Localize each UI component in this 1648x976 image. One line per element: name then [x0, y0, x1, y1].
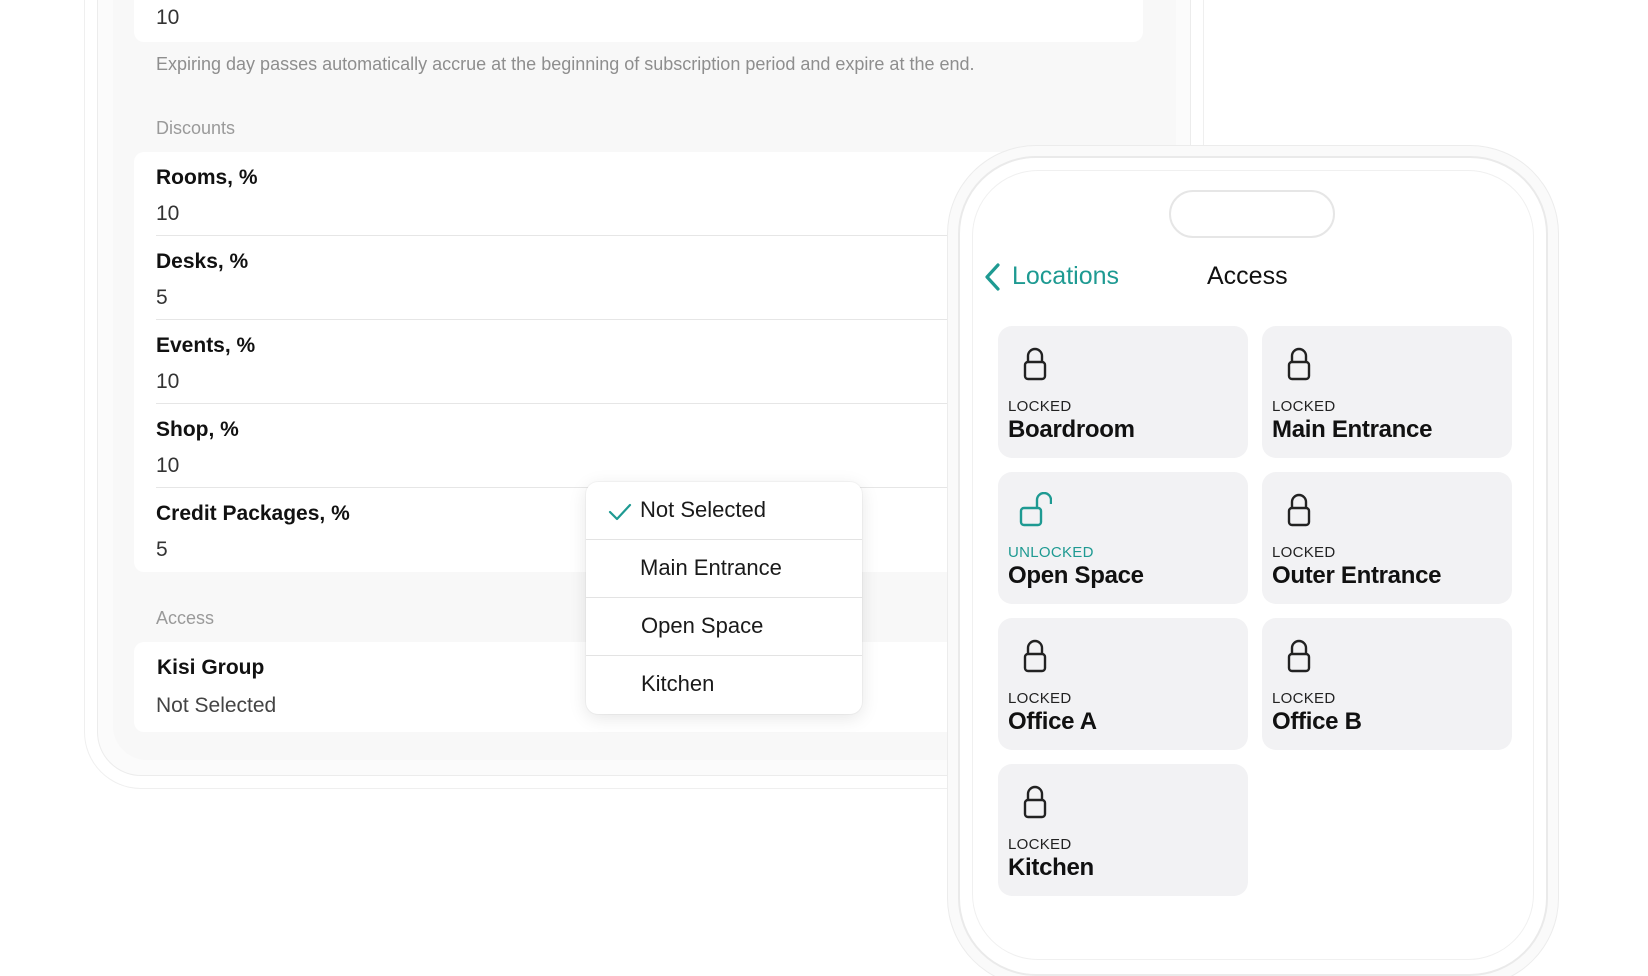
field-label: Shop, % [156, 418, 239, 441]
door-name: Main Entrance [1272, 416, 1433, 443]
kisi-group-dropdown[interactable]: Not Selected Main Entrance Open Space Ki… [586, 482, 862, 714]
door-name: Office B [1272, 708, 1362, 735]
field-value[interactable]: 10 [156, 370, 179, 394]
door-tile-open-space[interactable]: UNLOCKED Open Space [998, 472, 1248, 604]
back-label: Locations [1012, 262, 1120, 290]
field-label: Events, % [156, 334, 256, 357]
field-value[interactable]: 10 [156, 202, 179, 226]
field-label: Rooms, % [156, 166, 258, 189]
lock-icon [1023, 785, 1047, 819]
door-status: LOCKED [1008, 690, 1072, 707]
field-value[interactable]: 10 [156, 454, 179, 478]
lock-icon [1287, 347, 1311, 381]
field-label: Credit Packages, % [156, 502, 350, 525]
door-status: LOCKED [1272, 398, 1336, 415]
dynamic-island [1169, 190, 1335, 238]
kisi-group-label: Kisi Group [157, 656, 265, 679]
field-value[interactable]: 5 [156, 538, 168, 562]
lock-icon [1287, 493, 1311, 527]
door-tile-office-b[interactable]: LOCKED Office B [1262, 618, 1512, 750]
door-status: LOCKED [1008, 398, 1072, 415]
lock-icon [1023, 347, 1047, 381]
option-label: Not Selected [640, 497, 766, 522]
day-passes-card[interactable]: 10 [134, 0, 1143, 42]
field-value[interactable]: 5 [156, 286, 168, 310]
door-status: LOCKED [1272, 690, 1336, 707]
field-label: Desks, % [156, 250, 249, 273]
option-label: Open Space [641, 613, 764, 638]
door-tile-main-entrance[interactable]: LOCKED Main Entrance [1262, 326, 1512, 458]
door-status: UNLOCKED [1008, 544, 1094, 561]
check-icon [608, 503, 632, 521]
discounts-section-title: Discounts [156, 118, 236, 138]
dropdown-option-not-selected[interactable]: Not Selected [586, 482, 862, 540]
back-button[interactable]: Locations [982, 260, 1132, 294]
day-passes-value[interactable]: 10 [156, 6, 179, 30]
dropdown-option-open-space[interactable]: Open Space [586, 598, 862, 656]
door-name: Outer Entrance [1272, 562, 1442, 589]
door-name: Open Space [1008, 562, 1144, 589]
door-name: Office A [1008, 708, 1097, 735]
option-label: Main Entrance [640, 555, 782, 580]
door-name: Kitchen [1008, 854, 1094, 881]
day-passes-hint: Expiring day passes automatically accrue… [156, 54, 975, 74]
unlock-icon [1019, 492, 1052, 527]
door-status: LOCKED [1008, 836, 1072, 853]
chevron-left-icon [985, 263, 1000, 291]
lock-icon [1287, 639, 1311, 673]
door-tile-office-a[interactable]: LOCKED Office A [998, 618, 1248, 750]
door-tile-kitchen[interactable]: LOCKED Kitchen [998, 764, 1248, 896]
option-label: Kitchen [641, 671, 715, 696]
kisi-group-value[interactable]: Not Selected [156, 694, 276, 718]
door-tile-outer-entrance[interactable]: LOCKED Outer Entrance [1262, 472, 1512, 604]
access-section-title: Access [156, 608, 215, 628]
dropdown-option-kitchen[interactable]: Kitchen [586, 656, 862, 714]
dropdown-option-main-entrance[interactable]: Main Entrance [586, 540, 862, 598]
lock-icon [1023, 639, 1047, 673]
door-name: Boardroom [1008, 416, 1135, 443]
door-tile-boardroom[interactable]: LOCKED Boardroom [998, 326, 1248, 458]
door-status: LOCKED [1272, 544, 1336, 561]
phone-title: Access [1207, 262, 1288, 290]
